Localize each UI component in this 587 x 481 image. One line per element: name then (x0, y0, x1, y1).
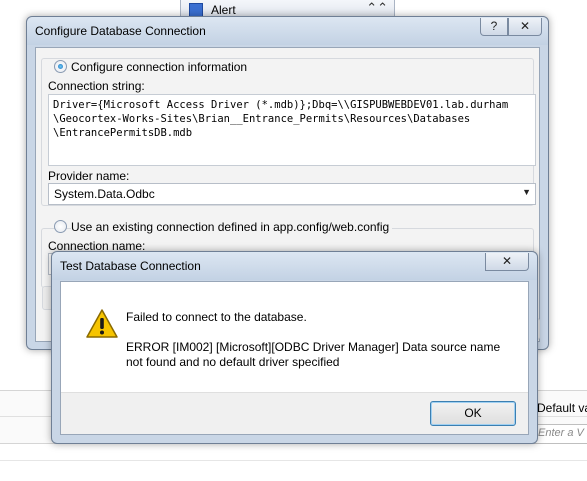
dialog-close-button[interactable]: ✕ (485, 253, 529, 271)
connection-string-textarea[interactable]: Driver={Microsoft Access Driver (*.mdb)}… (48, 94, 536, 166)
configure-info-radio[interactable] (54, 60, 67, 73)
connection-string-label: Connection string: (48, 79, 145, 93)
provider-name-label: Provider name: (48, 169, 130, 183)
alert-panel-title: Alert (211, 3, 236, 17)
provider-name-value: System.Data.Odbc (54, 187, 155, 201)
dialog-title: Test Database Connection (60, 259, 201, 273)
configure-info-radio-label[interactable]: Configure connection information (71, 60, 251, 74)
warning-icon (86, 309, 118, 338)
alert-icon (189, 3, 203, 17)
collapse-chevron-icon[interactable]: ⌃⌃ (366, 0, 388, 16)
help-button[interactable]: ? (480, 18, 508, 36)
dropdown-arrow-icon[interactable]: ▼ (522, 187, 531, 197)
dialog-button-bar: OK (61, 392, 528, 434)
divider (0, 460, 587, 461)
default-value-input[interactable]: Enter a V (533, 424, 587, 444)
error-message-title: Failed to connect to the database. (126, 310, 307, 324)
close-button[interactable]: ✕ (508, 18, 542, 36)
provider-name-select[interactable]: System.Data.Odbc ▼ (48, 183, 536, 205)
default-value-label: Default va (537, 401, 587, 415)
window-titlebar[interactable]: Configure Database Connection ? ✕ (27, 17, 548, 45)
existing-connection-radio[interactable] (54, 220, 67, 233)
error-message-detail-line1: ERROR [IM002] [Microsoft][ODBC Driver Ma… (126, 340, 501, 354)
window-title: Configure Database Connection (35, 24, 206, 38)
ok-button[interactable]: OK (430, 401, 516, 426)
dialog-titlebar[interactable]: Test Database Connection ✕ (52, 252, 537, 280)
dialog-content: Failed to connect to the database. ERROR… (60, 281, 529, 435)
test-database-connection-dialog: Test Database Connection ✕ Failed to con… (51, 251, 538, 444)
existing-connection-radio-label[interactable]: Use an existing connection defined in ap… (71, 220, 393, 234)
error-message-detail-line2: not found and no default driver specifie… (126, 355, 340, 369)
